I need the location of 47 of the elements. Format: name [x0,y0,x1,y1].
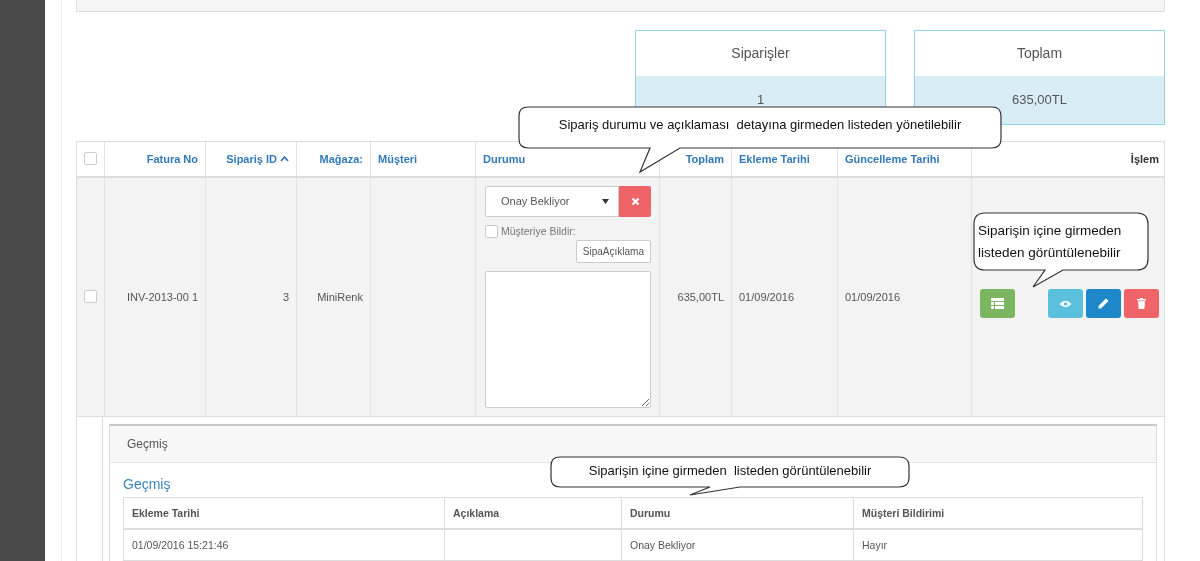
stat-label: Siparişler [730,44,791,64]
callout-tooltip: Siparişin içine girmeden listeden görüntülenebilir [550,456,910,496]
pencil-icon [1098,298,1109,310]
column-header: İşlem [1130,152,1159,165]
column-header[interactable]: Sipariş ID [226,152,289,165]
column-header[interactable]: Mağaza: [319,152,363,165]
table-cell: 01/09/2016 15:21:46 [132,539,229,551]
history-link[interactable]: Geçmiş [123,476,171,492]
edit-button[interactable] [1086,289,1121,319]
close-icon [630,196,640,206]
status-select[interactable]: Onay Bekliyor [485,185,619,217]
table-cell: 01/09/2016 [739,290,795,303]
checkbox-label: Müşteriye Bildir: [501,225,576,238]
table-cell: Hayır [862,539,888,551]
sort-icon [280,155,289,163]
notify-checkbox[interactable] [485,224,498,238]
column-header[interactable]: Durumu [483,152,526,165]
stat-label: Toplam [1015,44,1064,64]
column-header[interactable]: Ekleme Tarihi [739,152,810,165]
note-button[interactable]: SipaAçıklama [575,239,651,263]
clear-button[interactable] [619,185,651,217]
table-cell: INV-2013-00 1 [127,290,198,303]
column-header: Ekleme Tarihi [132,507,200,519]
table-cell: Onay Bekliyor [630,539,696,551]
select-all-checkbox[interactable] [84,152,97,166]
column-header: Açıklama [453,507,500,519]
column-header: Durumu [630,507,671,519]
column-header[interactable]: Güncelleme Tarihi [845,152,940,165]
callout-tooltip: Siparişin içine girmeden listeden görüntülenebilir [973,212,1149,288]
column-header[interactable]: Fatura No [146,152,198,165]
trash-icon [1137,298,1146,310]
row-checkbox[interactable] [84,290,97,304]
table-cell: 01/09/2016 [845,290,901,303]
list-button[interactable] [980,289,1015,319]
table-icon [991,298,1004,310]
column-header: Müşteri Bildirimi [862,507,945,519]
table-cell: MiniRenk [317,290,363,303]
caret-icon [602,198,609,204]
column-header[interactable]: Müşteri [378,152,418,165]
column-header[interactable]: Toplam [685,152,724,165]
note-textarea[interactable] [485,270,651,408]
table-cell: 635,00TL [677,290,724,303]
delete-button[interactable] [1124,289,1159,319]
panel-title: Geçmiş [127,437,168,451]
eye-icon [1059,299,1072,308]
table-cell: 3 [282,290,289,303]
view-button[interactable] [1048,289,1083,319]
